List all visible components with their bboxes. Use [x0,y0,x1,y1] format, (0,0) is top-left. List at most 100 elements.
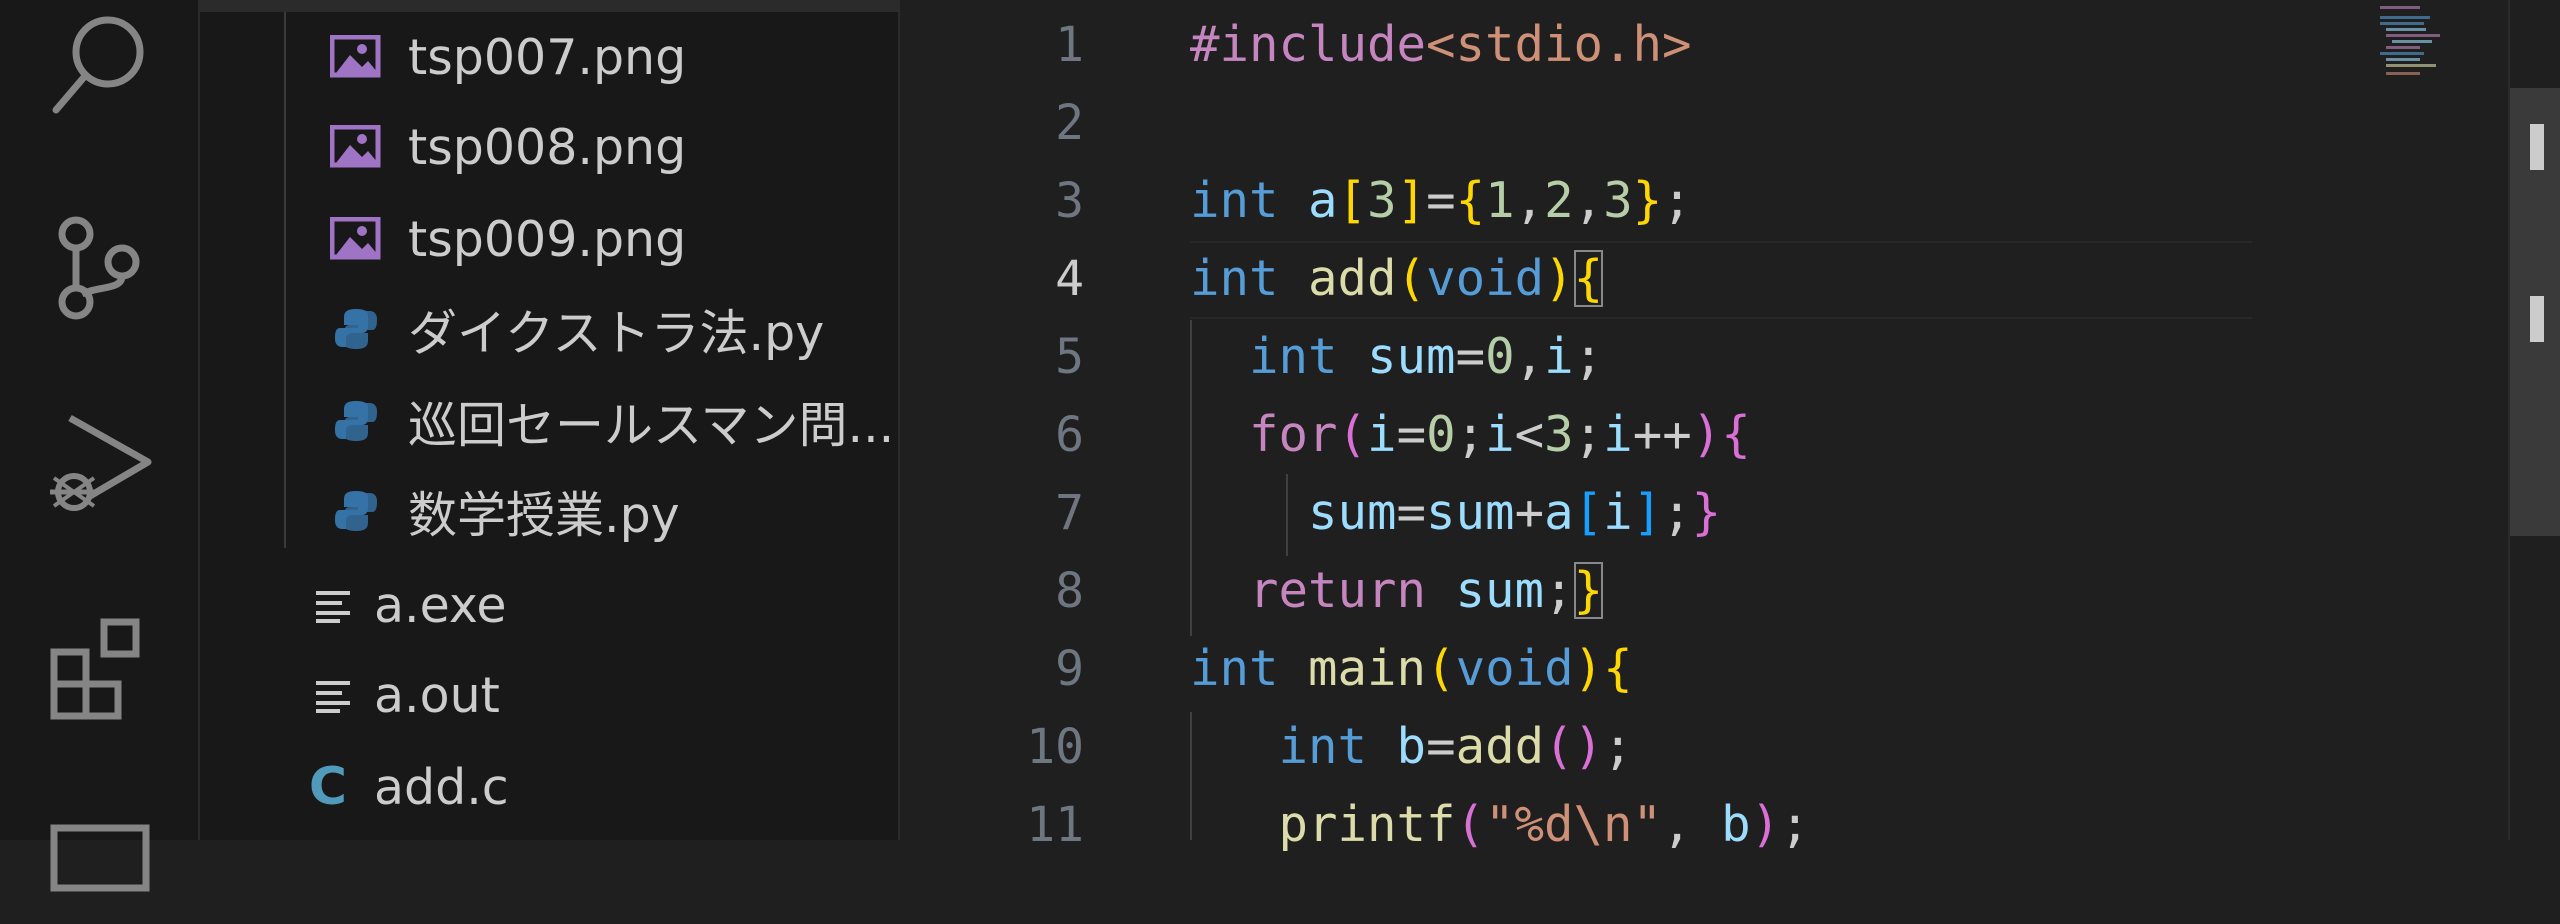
code-token: } [1691,484,1722,541]
python-file-icon [328,483,384,539]
file-name: a.exe [374,576,507,634]
explorer-item-tsp007[interactable]: tsp007.png [200,12,898,102]
code-token: = [1426,718,1456,775]
vertical-scrollbar[interactable] [2508,0,2560,840]
code-token: i [1603,406,1633,463]
code-token: < [1514,406,1545,463]
explorer-sidebar: tsp007.png tsp008.png tsp009.png ダイクストラ法… [198,0,900,840]
code-token: ; [1573,328,1604,385]
code-token: { [1455,172,1486,229]
code-token: , [1514,328,1545,385]
code-token: i [1603,484,1633,541]
code-token: i [1485,406,1515,463]
line-number: 4 [1055,251,1084,307]
explorer-item-a-out[interactable]: a.out [200,650,898,740]
code-token: int [1249,328,1338,385]
explorer-item-add-c[interactable]: C add.c [200,742,898,832]
code-token: printf [1278,796,1456,853]
image-file-icon [328,211,384,267]
explorer-item-a-exe[interactable]: a.exe [200,560,898,650]
code-token: a [1308,172,1338,229]
remote-explorer-icon[interactable] [38,800,162,924]
code-token: ( [1426,640,1456,697]
code-line: int add(void){ [1190,240,1604,318]
code-token: ) [1691,406,1722,463]
explorer-item-dijkstra-py[interactable]: ダイクストラ法.py [200,284,898,374]
code-token: 3 [1367,172,1397,229]
code-token: ) [1750,796,1781,853]
code-token: = [1396,406,1427,463]
explorer-item-tsp008[interactable]: tsp008.png [200,102,898,192]
code-token: ( [1455,796,1486,853]
code-token: ; [1573,406,1604,463]
text-file-icon [306,667,362,723]
python-file-icon [328,301,384,357]
source-control-icon[interactable] [38,206,162,330]
code-line: #include<stdio.h> [1190,6,1692,84]
explorer-item-math-py[interactable]: 数学授業.py [200,466,898,556]
image-file-icon [328,119,384,175]
line-number: 11 [1026,797,1084,853]
code-token: ( [1544,718,1574,775]
code-line: int a[3]={1,2,3}; [1190,162,1692,240]
code-line: printf("%d\n", b); [1190,786,1810,864]
code-token: + [1514,484,1545,541]
code-token: = [1396,484,1427,541]
image-file-icon [328,29,384,85]
code-token: sum [1308,484,1397,541]
code-token: [ [1573,484,1604,541]
code-token: { [1721,406,1751,463]
line-number: 3 [1055,173,1084,229]
code-token: sum [1455,562,1545,619]
search-icon[interactable] [38,0,162,124]
code-token: ( [1396,250,1427,307]
code-line: int sum=0,i; [1190,318,1603,396]
explorer-item-tsp-py[interactable]: 巡回セールスマン問... [200,376,898,466]
code-token: sum [1367,328,1456,385]
code-token: <stdio.h> [1426,16,1692,73]
line-number: 7 [1055,485,1084,541]
code-token: int [1190,250,1279,307]
code-token: ; [1544,562,1574,619]
code-token: { [1603,640,1633,697]
code-token: } [1573,562,1604,619]
code-token: [ [1337,172,1368,229]
code-token: = [1426,172,1456,229]
scroll-marker [2530,124,2544,170]
code-token: ) [1573,640,1604,697]
file-name: 巡回セールスマン問... [408,396,895,454]
code-token: = [1455,328,1486,385]
line-number: 5 [1055,329,1084,385]
code-token: main [1308,640,1427,697]
code-token: ) [1573,718,1604,775]
line-number: 9 [1055,641,1084,697]
line-number: 10 [1026,719,1084,775]
explorer-item-tsp009[interactable]: tsp009.png [200,194,898,284]
code-token: sum [1426,484,1515,541]
code-token: void [1426,250,1545,307]
code-token: i [1367,406,1397,463]
extensions-icon[interactable] [38,606,162,730]
code-token: i [1544,328,1574,385]
code-token: add [1455,718,1545,775]
code-token: ; [1662,172,1692,229]
text-file-icon [306,577,362,633]
code-token: 3 [1544,406,1574,463]
line-number: 6 [1055,407,1084,463]
file-name: ダイクストラ法.py [408,304,825,362]
c-file-icon: C [308,757,348,817]
code-token: } [1632,172,1663,229]
code-line: sum=sum+a[i];} [1190,474,1721,552]
minimap[interactable] [2370,0,2490,120]
run-debug-icon[interactable] [38,400,162,524]
code-token: b [1396,718,1427,775]
code-token: ) [1544,250,1574,307]
code-editor[interactable]: 1 2 3 4 5 6 7 8 9 10 11 #include<stdio.h> int a[3]=… [900,0,2508,853]
file-name: 数学授業.py [408,486,680,544]
